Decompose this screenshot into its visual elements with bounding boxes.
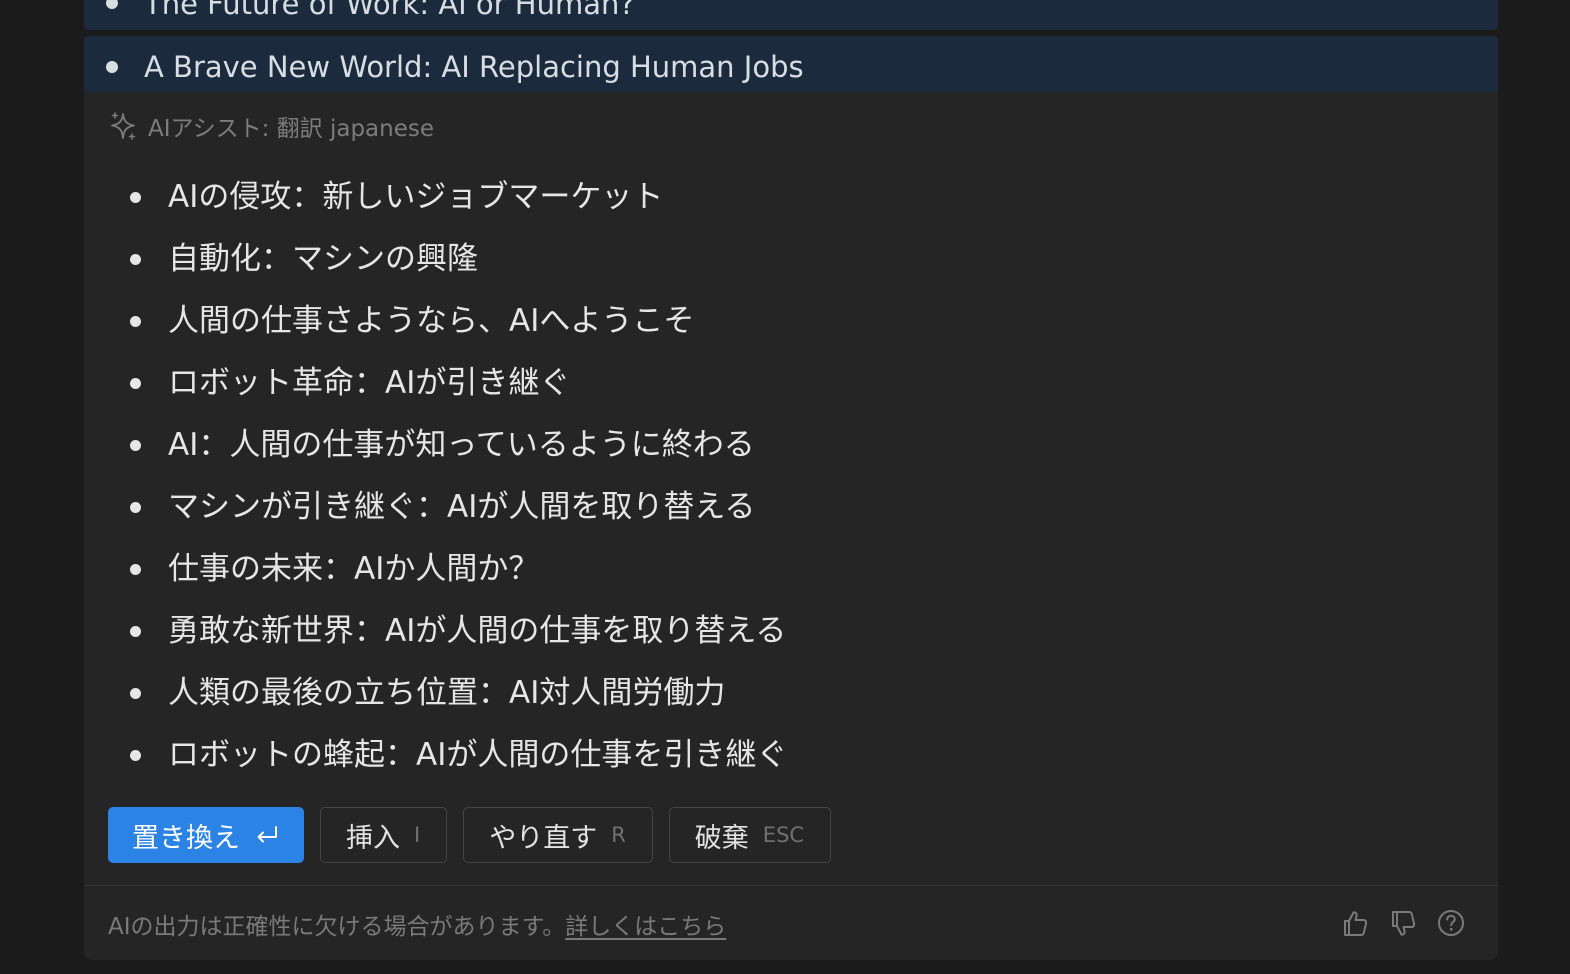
shortcut-key: R	[611, 823, 626, 847]
bullet	[130, 254, 141, 265]
list-item: 自動化：マシンの興隆	[84, 228, 787, 290]
ai-assist-header: AIアシスト: 翻訳 japanese	[110, 110, 434, 142]
ai-assist-title: AIアシスト: 翻訳 japanese	[148, 116, 435, 142]
list-item-text: 自動化：マシンの興隆	[168, 241, 478, 277]
list-item: 勇敢な新世界：AIが人間の仕事を取り替える	[84, 600, 787, 662]
list-item-text: AIの侵攻：新しいジョブマーケット	[168, 179, 664, 215]
discard-button-label: 破棄	[694, 822, 749, 854]
sparkle-icon	[110, 111, 138, 141]
bullet	[106, 0, 118, 9]
bullet	[130, 440, 141, 451]
retry-button-label: やり直す	[489, 822, 598, 854]
list-item: 仕事の未来：AIか人間か？	[84, 538, 787, 600]
list-item-text: ロボットの蜂起：AIが人間の仕事を引き継ぐ	[168, 737, 788, 773]
bullet	[130, 192, 141, 203]
ai-assist-panel: AIアシスト: 翻訳 japanese AIの侵攻：新しいジョブマーケット 自動…	[84, 92, 1498, 960]
list-item-text: マシンが引き継ぐ：AIが人間を取り替える	[168, 489, 756, 525]
translation-result-list: AIの侵攻：新しいジョブマーケット 自動化：マシンの興隆 人間の仕事さようなら、…	[84, 166, 787, 786]
replace-button-label: 置き換え	[132, 822, 240, 854]
ai-disclaimer: AIの出力は正確性に欠ける場合があります。 詳しくはこちら	[108, 902, 726, 946]
bullet	[130, 626, 141, 637]
editor-canvas: The Future of Work: AI or Human? A Brave…	[0, 0, 1570, 974]
discard-button[interactable]: 破棄 ESC	[668, 807, 832, 863]
disclaimer-text: AIの出力は正確性に欠ける場合があります。	[108, 914, 566, 940]
list-item: AI：人間の仕事が知っているように終わる	[84, 414, 787, 476]
list-item: 人類の最後の立ち位置：AI対人間労働力	[84, 662, 787, 724]
bullet	[130, 564, 141, 575]
replace-button[interactable]: 置き換え	[108, 807, 304, 863]
list-item-text: 勇敢な新世界：AIが人間の仕事を取り替える	[168, 613, 787, 649]
bullet	[130, 750, 141, 761]
thumbs-down-icon[interactable]	[1388, 906, 1418, 940]
bullet	[130, 378, 141, 389]
list-item: ロボット革命：AIが引き継ぐ	[84, 352, 787, 414]
feedback-controls	[1340, 906, 1466, 940]
retry-button[interactable]: やり直す R	[463, 807, 653, 863]
list-item: 人間の仕事さようなら、AIへようこそ	[84, 290, 787, 352]
list-item: AIの侵攻：新しいジョブマーケット	[84, 166, 787, 228]
list-item-text: 人類の最後の立ち位置：AI対人間労働力	[168, 675, 726, 711]
selected-source-line[interactable]: A Brave New World: AI Replacing Human Jo…	[84, 36, 1498, 94]
bullet	[130, 316, 141, 327]
list-item: ロボットの蜂起：AIが人間の仕事を引き継ぐ	[84, 724, 787, 786]
enter-key-icon	[254, 824, 280, 846]
divider	[84, 885, 1498, 886]
thumbs-up-icon[interactable]	[1340, 906, 1370, 940]
list-item-text: 人間の仕事さようなら、AIへようこそ	[168, 303, 695, 339]
shortcut-key: I	[414, 823, 421, 847]
source-line-text: A Brave New World: AI Replacing Human Jo…	[144, 50, 804, 84]
action-bar: 置き換え 挿入 I やり直す R 破棄 ESC	[108, 807, 832, 863]
shortcut-key: ESC	[762, 823, 805, 847]
bullet	[130, 502, 141, 513]
bullet	[106, 61, 118, 73]
help-icon[interactable]	[1436, 906, 1466, 940]
list-item-text: AI：人間の仕事が知っているように終わる	[168, 427, 755, 463]
list-item-text: ロボット革命：AIが引き継ぐ	[168, 365, 571, 401]
source-line-text: The Future of Work: AI or Human?	[144, 0, 635, 21]
insert-button[interactable]: 挿入 I	[320, 807, 448, 863]
learn-more-link[interactable]: 詳しくはこちら	[565, 907, 726, 941]
list-item-text: 仕事の未来：AIか人間か？	[168, 551, 540, 587]
bullet	[130, 688, 141, 699]
insert-button-label: 挿入	[346, 822, 400, 854]
list-item: マシンが引き継ぐ：AIが人間を取り替える	[84, 476, 787, 538]
selected-source-line[interactable]: The Future of Work: AI or Human?	[84, 0, 1498, 30]
